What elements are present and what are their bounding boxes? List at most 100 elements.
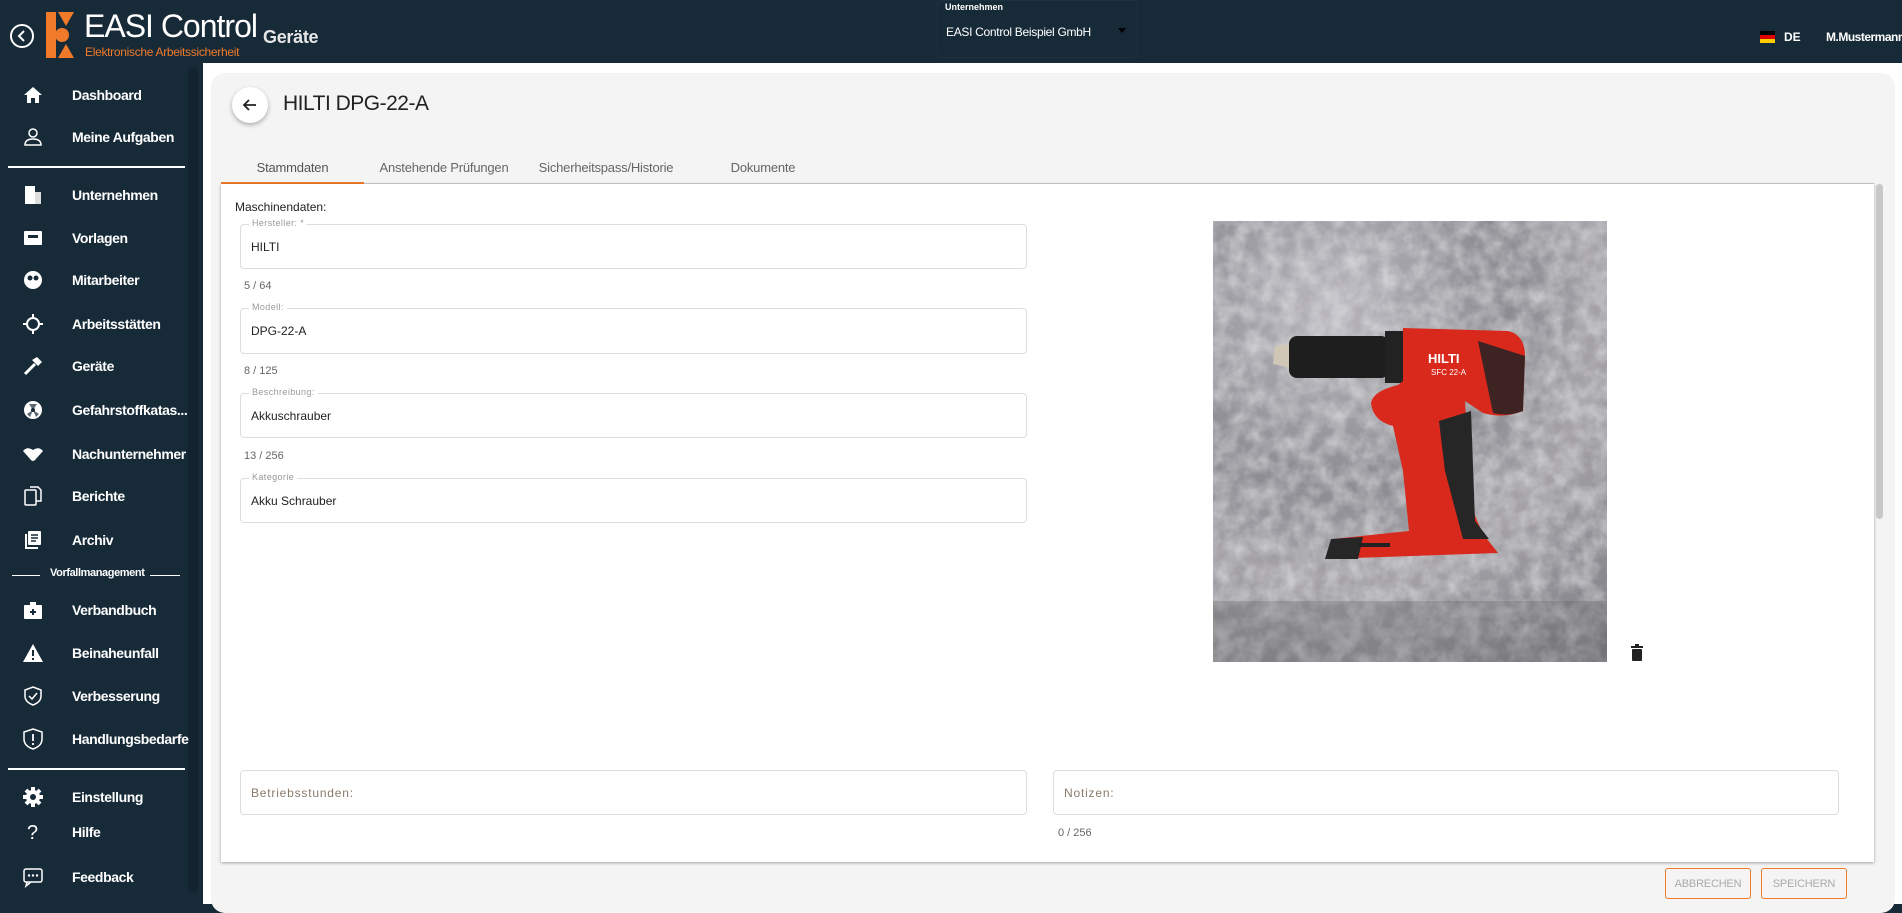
cancel-button[interactable]: ABBRECHEN xyxy=(1665,868,1751,899)
tab-dokumente[interactable]: Dokumente xyxy=(711,153,815,183)
sidebar-item-hilfe[interactable]: ? Hilfe xyxy=(0,815,185,849)
archive-icon xyxy=(20,527,46,553)
sidebar: Dashboard Meine Aufgaben Unternehmen Vorlag… xyxy=(0,63,203,904)
sidebar-item-label: Einstellung xyxy=(72,789,144,805)
feedback-icon xyxy=(20,864,46,890)
sidebar-section-vorfallmanagement: Vorfallmanagement xyxy=(12,567,182,583)
notizen-counter: 0 / 256 xyxy=(1058,827,1092,839)
stammdaten-form: Maschinendaten: Hersteller: * HILTI 5 / … xyxy=(221,184,1883,862)
sidebar-item-label: Geräte xyxy=(72,358,114,374)
beschreibung-field[interactable]: Beschreibung: Akkuschrauber xyxy=(240,387,1027,438)
sidebar-item-berichte[interactable]: Berichte xyxy=(0,479,185,513)
back-button[interactable] xyxy=(232,87,268,123)
building-icon xyxy=(20,182,46,208)
sidebar-scrollbar[interactable] xyxy=(188,67,198,893)
sidebar-item-nachunternehmer[interactable]: Nachunternehmer xyxy=(0,437,186,471)
sidebar-item-label: Arbeitsstätten xyxy=(72,316,161,332)
delete-image-button[interactable] xyxy=(1629,644,1645,662)
home-icon xyxy=(20,82,46,108)
tab-stammdaten[interactable]: Stammdaten xyxy=(221,153,364,183)
shield-alert-icon xyxy=(20,726,46,752)
sidebar-item-label: Dashboard xyxy=(72,87,142,103)
notizen-placeholder: Notizen: xyxy=(1064,785,1115,800)
image-model-text: SFC 22-A xyxy=(1431,368,1467,377)
betriebsstunden-placeholder: Betriebsstunden: xyxy=(251,785,354,800)
trash-icon xyxy=(1631,644,1643,661)
radiation-icon xyxy=(20,397,46,423)
sidebar-item-feedback[interactable]: Feedback xyxy=(0,860,185,894)
first-aid-icon xyxy=(20,597,46,623)
sidebar-item-dashboard[interactable]: Dashboard xyxy=(0,78,185,112)
field-value: Akkuschrauber xyxy=(251,408,332,423)
top-bar: EASI Control Elektronische Arbeitssicher… xyxy=(0,0,1902,63)
sidebar-item-verbandbuch[interactable]: Verbandbuch xyxy=(0,593,185,627)
handshake-icon xyxy=(20,441,46,467)
hammer-icon xyxy=(20,353,46,379)
notizen-field[interactable]: Notizen: xyxy=(1053,770,1839,815)
company-select-label: Unternehmen xyxy=(945,2,1004,12)
field-label: Modell: xyxy=(249,302,287,312)
sidebar-divider xyxy=(8,166,185,168)
image-brand-text: HILTI xyxy=(1428,351,1460,366)
modell-field[interactable]: Modell: DPG-22-A xyxy=(240,302,1027,354)
sidebar-item-label: Mitarbeiter xyxy=(72,272,140,288)
crosshair-icon xyxy=(20,311,46,337)
help-icon: ? xyxy=(20,819,46,845)
arrow-left-icon xyxy=(242,99,256,111)
sidebar-item-unternehmen[interactable]: Unternehmen xyxy=(0,178,185,212)
field-label: Beschreibung: xyxy=(249,387,318,397)
sidebar-item-label: Feedback xyxy=(72,869,134,885)
form-scrollbar[interactable] xyxy=(1876,184,1883,519)
company-select-value: EASI Control Beispiel GmbH xyxy=(946,25,1091,39)
field-value: DPG-22-A xyxy=(251,324,307,338)
sidebar-item-meine-aufgaben[interactable]: Meine Aufgaben xyxy=(0,120,185,154)
sidebar-item-label: Verbesserung xyxy=(72,688,160,704)
sidebar-item-mitarbeiter[interactable]: Mitarbeiter xyxy=(0,263,185,297)
sidebar-item-verbesserung[interactable]: Verbesserung xyxy=(0,679,185,713)
section-label: Vorfallmanagement xyxy=(50,567,145,579)
drill-picture-icon: HILTI SFC 22-A xyxy=(1213,221,1607,662)
save-button[interactable]: SPEICHERN xyxy=(1761,868,1847,899)
user-menu[interactable]: M.Mustermann xyxy=(1826,30,1902,44)
sidebar-item-gefahrstoffkatas[interactable]: Gefahrstoffkatas... xyxy=(0,393,188,427)
beschreibung-counter: 13 / 256 xyxy=(244,450,284,462)
sidebar-item-vorlagen[interactable]: Vorlagen xyxy=(0,221,185,255)
hersteller-field[interactable]: Hersteller: * HILTI xyxy=(240,218,1027,269)
betriebsstunden-field[interactable]: Betriebsstunden: xyxy=(240,770,1027,815)
field-value: Akku Schrauber xyxy=(251,493,337,508)
chevron-left-icon xyxy=(17,30,25,42)
sidebar-item-label: Hilfe xyxy=(72,824,101,840)
sidebar-item-handlungsbedarfe[interactable]: Handlungsbedarfe xyxy=(0,722,189,756)
sidebar-item-label: Archiv xyxy=(72,532,114,548)
sidebar-item-label: Beinaheunfall xyxy=(72,645,159,661)
collapse-sidebar-button[interactable] xyxy=(10,24,34,48)
sidebar-item-label: Meine Aufgaben xyxy=(72,129,174,145)
field-label: Kategorie xyxy=(249,472,298,482)
sidebar-item-archiv[interactable]: Archiv xyxy=(0,523,185,557)
modell-counter: 8 / 125 xyxy=(244,365,278,377)
sidebar-item-label: Handlungsbedarfe xyxy=(72,731,189,747)
kategorie-field[interactable]: Kategorie Akku Schrauber xyxy=(240,472,1027,523)
sidebar-item-einstellung[interactable]: Einstellung xyxy=(0,780,185,814)
field-value: HILTI xyxy=(251,239,280,254)
company-select[interactable]: Unternehmen EASI Control Beispiel GmbH xyxy=(937,0,1138,58)
sidebar-item-arbeitsstätten[interactable]: Arbeitsstätten xyxy=(0,307,185,341)
sidebar-item-label: Gefahrstoffkatas... xyxy=(72,402,188,418)
sidebar-item-beinaheunfall[interactable]: Beinaheunfall xyxy=(0,636,185,670)
tab-sicherheitspass-historie[interactable]: Sicherheitspass/Historie xyxy=(526,153,686,183)
sidebar-item-label: Nachunternehmer xyxy=(72,446,186,462)
app-name: EASI Control xyxy=(84,8,258,44)
device-card: HILTI DPG-22-A Stammdaten Anstehende Prü… xyxy=(211,73,1895,913)
language-switch[interactable]: DE xyxy=(1760,30,1810,48)
page-title: Geräte xyxy=(263,27,319,47)
sidebar-item-label: Berichte xyxy=(72,488,125,504)
caret-down-icon xyxy=(1118,28,1126,33)
german-flag-icon xyxy=(1760,31,1775,43)
tab-anstehende-pruefungen[interactable]: Anstehende Prüfungen xyxy=(371,153,517,183)
sidebar-divider xyxy=(8,768,185,770)
svg-text:?: ? xyxy=(27,822,38,844)
field-label: Hersteller: * xyxy=(249,218,308,228)
sidebar-item-geräte[interactable]: Geräte xyxy=(0,349,185,383)
language-label: DE xyxy=(1784,30,1801,44)
person-icon xyxy=(20,124,46,150)
